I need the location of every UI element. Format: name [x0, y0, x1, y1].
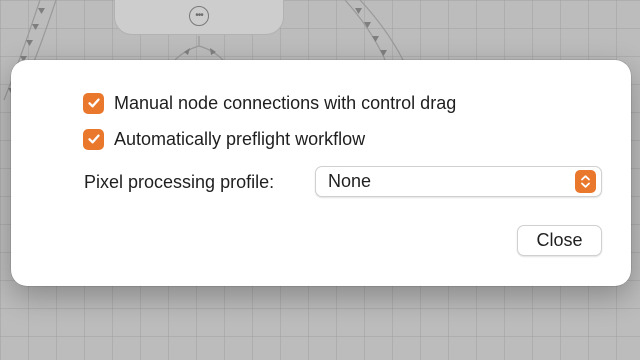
- ellipsis-circle-icon: •••: [189, 6, 209, 26]
- checkmark-icon: [87, 98, 100, 108]
- pixel-profile-select[interactable]: None: [315, 166, 602, 197]
- close-button[interactable]: Close: [517, 225, 602, 256]
- pixel-profile-label: Pixel processing profile:: [84, 172, 275, 192]
- settings-sheet: Manual node connections with control dra…: [11, 60, 631, 286]
- auto-preflight-label: Automatically preflight workflow: [114, 128, 366, 149]
- manual-connections-option[interactable]: Manual node connections with control dra…: [83, 90, 456, 116]
- checkmark-icon: [87, 134, 100, 144]
- pixel-profile-value: None: [328, 171, 372, 191]
- chevron-up-down-icon[interactable]: [575, 170, 596, 193]
- auto-preflight-checkbox[interactable]: [83, 128, 104, 150]
- manual-connections-checkbox[interactable]: [83, 92, 104, 114]
- auto-preflight-option[interactable]: Automatically preflight workflow: [83, 126, 365, 152]
- manual-connections-label: Manual node connections with control dra…: [114, 92, 457, 113]
